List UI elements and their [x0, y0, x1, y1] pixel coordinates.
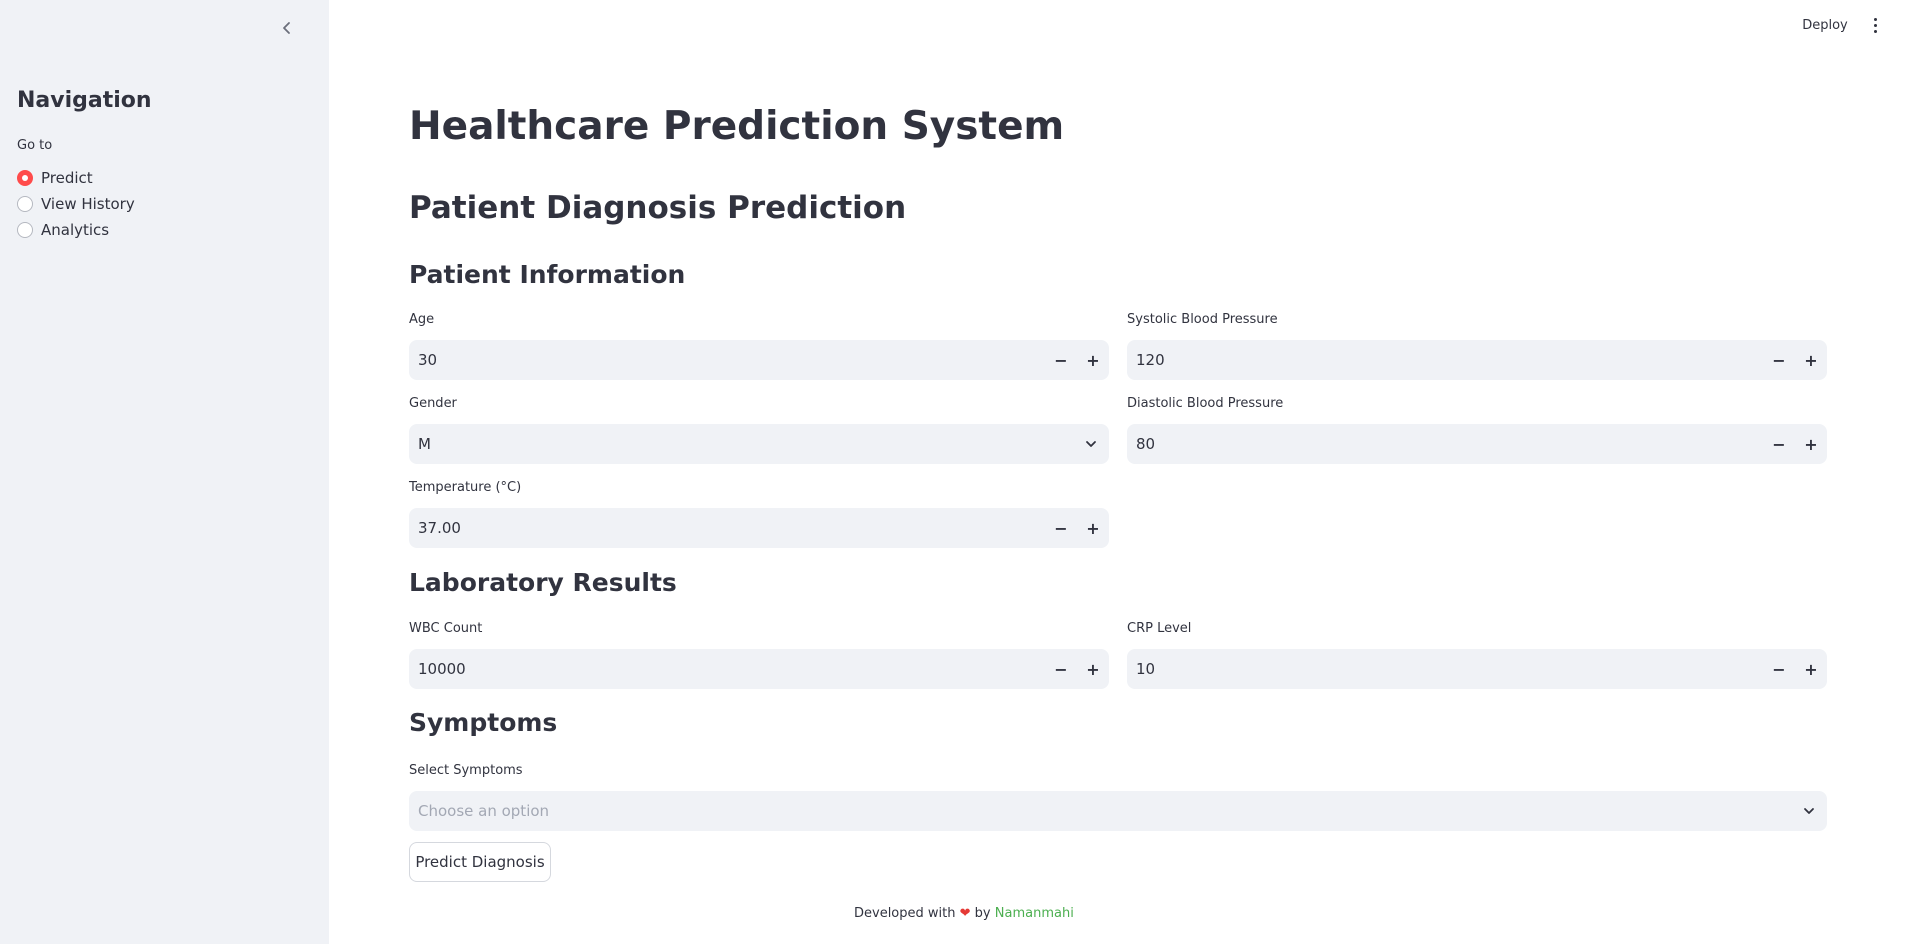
decrement-button[interactable]: − [1045, 508, 1077, 548]
collapse-sidebar-button[interactable] [275, 16, 299, 40]
radio-option-analytics[interactable]: Analytics [17, 217, 135, 243]
chevron-down-icon[interactable] [1791, 791, 1827, 831]
symptoms-label: Select Symptoms [409, 763, 523, 778]
diastolic-value[interactable]: 80 [1136, 435, 1763, 453]
increment-button[interactable]: + [1795, 649, 1827, 689]
crp-stepper: − + [1763, 649, 1827, 689]
radio-button-selected[interactable] [17, 170, 33, 186]
age-value[interactable]: 30 [418, 351, 1045, 369]
page-title: Healthcare Prediction System [409, 104, 1065, 149]
increment-button[interactable]: + [1795, 424, 1827, 464]
heart-icon: ❤ [959, 906, 971, 921]
decrement-button[interactable]: − [1763, 649, 1795, 689]
page-subtitle: Patient Diagnosis Prediction [409, 190, 907, 226]
symptoms-heading: Symptoms [409, 708, 558, 737]
temperature-value[interactable]: 37.00 [418, 519, 1045, 537]
diastolic-field: Diastolic Blood Pressure 80 − + [1127, 394, 1827, 464]
gender-label: Gender [409, 396, 457, 411]
diastolic-stepper: − + [1763, 424, 1827, 464]
systolic-field: Systolic Blood Pressure 120 − + [1127, 310, 1827, 380]
age-stepper: − + [1045, 340, 1109, 380]
radio-button[interactable] [17, 196, 33, 212]
symptoms-placeholder: Choose an option [418, 802, 550, 820]
age-field: Age 30 − + [409, 310, 1109, 380]
radio-option-view-history[interactable]: View History [17, 191, 135, 217]
radio-label: Analytics [41, 221, 110, 239]
navigation-radio-group: Predict View History Analytics [17, 165, 135, 243]
sidebar-title: Navigation [17, 88, 152, 113]
gender-field: Gender M [409, 394, 1109, 464]
systolic-stepper: − + [1763, 340, 1827, 380]
wbc-stepper: − + [1045, 649, 1109, 689]
patient-info-heading: Patient Information [409, 260, 686, 289]
systolic-value[interactable]: 120 [1136, 351, 1763, 369]
symptoms-multiselect[interactable]: Choose an option [409, 791, 1827, 831]
predict-diagnosis-button[interactable]: Predict Diagnosis [409, 842, 551, 882]
author-link[interactable]: Namanmahi [995, 906, 1074, 921]
footer-by: by [974, 906, 991, 921]
wbc-label: WBC Count [409, 621, 483, 636]
increment-button[interactable]: + [1077, 508, 1109, 548]
decrement-button[interactable]: − [1763, 340, 1795, 380]
crp-input[interactable]: 10 − + [1127, 649, 1827, 689]
wbc-input[interactable]: 10000 − + [409, 649, 1109, 689]
radio-button[interactable] [17, 222, 33, 238]
footer-prefix: Developed with [854, 906, 956, 921]
wbc-field: WBC Count 10000 − + [409, 619, 1109, 689]
increment-button[interactable]: + [1077, 649, 1109, 689]
lab-results-heading: Laboratory Results [409, 568, 677, 597]
radio-label: Predict [41, 169, 93, 187]
sidebar: Navigation Go to Predict View History An… [0, 0, 329, 944]
crp-field: CRP Level 10 − + [1127, 619, 1827, 689]
increment-button[interactable]: + [1077, 340, 1109, 380]
age-input[interactable]: 30 − + [409, 340, 1109, 380]
gender-select[interactable]: M [409, 424, 1109, 464]
systolic-label: Systolic Blood Pressure [1127, 312, 1278, 327]
age-label: Age [409, 312, 435, 327]
decrement-button[interactable]: − [1045, 340, 1077, 380]
radio-label: View History [41, 195, 135, 213]
diastolic-input[interactable]: 80 − + [1127, 424, 1827, 464]
temperature-label: Temperature (°C) [409, 480, 522, 495]
footer: Developed with ❤ by Namanmahi [854, 906, 1074, 921]
temperature-stepper: − + [1045, 508, 1109, 548]
increment-button[interactable]: + [1795, 340, 1827, 380]
chevron-left-icon [283, 22, 290, 34]
temperature-input[interactable]: 37.00 − + [409, 508, 1109, 548]
gender-value: M [418, 435, 431, 453]
crp-label: CRP Level [1127, 621, 1192, 636]
temperature-field: Temperature (°C) 37.00 − + [409, 478, 1109, 548]
diastolic-label: Diastolic Blood Pressure [1127, 396, 1284, 411]
chevron-down-icon[interactable] [1073, 424, 1109, 464]
systolic-input[interactable]: 120 − + [1127, 340, 1827, 380]
radio-option-predict[interactable]: Predict [17, 165, 135, 191]
decrement-button[interactable]: − [1045, 649, 1077, 689]
crp-value[interactable]: 10 [1136, 660, 1763, 678]
symptoms-field: Select Symptoms Choose an option [409, 761, 1827, 831]
wbc-value[interactable]: 10000 [418, 660, 1045, 678]
kebab-menu-icon[interactable] [1868, 14, 1882, 36]
main-content: Healthcare Prediction System Patient Dia… [409, 0, 1827, 944]
decrement-button[interactable]: − [1763, 424, 1795, 464]
radio-group-label: Go to [17, 138, 53, 153]
